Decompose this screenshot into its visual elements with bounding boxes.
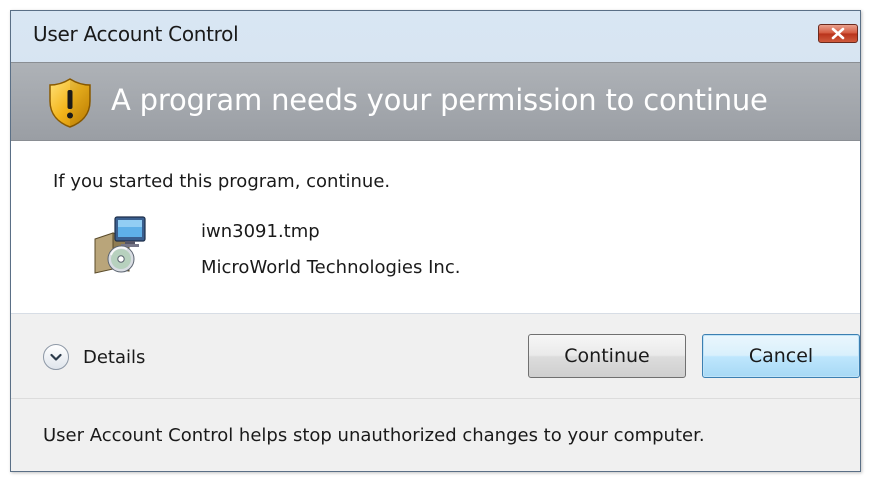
permission-banner: A program needs your permission to conti… [11, 62, 860, 141]
installer-icon [89, 213, 151, 275]
program-name: iwn3091.tmp [201, 221, 320, 242]
details-toggle[interactable]: Details [43, 342, 145, 372]
uac-dialog: User Account Control A program needs you… [10, 10, 861, 472]
instruction-text: If you started this program, continue. [53, 171, 391, 192]
close-icon [830, 27, 846, 40]
continue-button[interactable]: Continue [528, 334, 686, 378]
program-publisher: MicroWorld Technologies Inc. [201, 257, 461, 278]
button-bar: Details Continue Cancel [11, 314, 860, 399]
window-title: User Account Control [33, 22, 239, 46]
chevron-down-icon[interactable] [43, 344, 69, 370]
footer-text: User Account Control helps stop unauthor… [43, 425, 705, 446]
close-button[interactable] [818, 24, 858, 43]
footer: User Account Control helps stop unauthor… [11, 399, 860, 471]
shield-warning-icon [47, 77, 93, 129]
title-bar[interactable]: User Account Control [11, 11, 860, 62]
content-area: If you started this program, continue. i… [11, 141, 860, 314]
cancel-button[interactable]: Cancel [702, 334, 860, 378]
details-label[interactable]: Details [83, 347, 145, 368]
banner-heading: A program needs your permission to conti… [111, 83, 768, 117]
